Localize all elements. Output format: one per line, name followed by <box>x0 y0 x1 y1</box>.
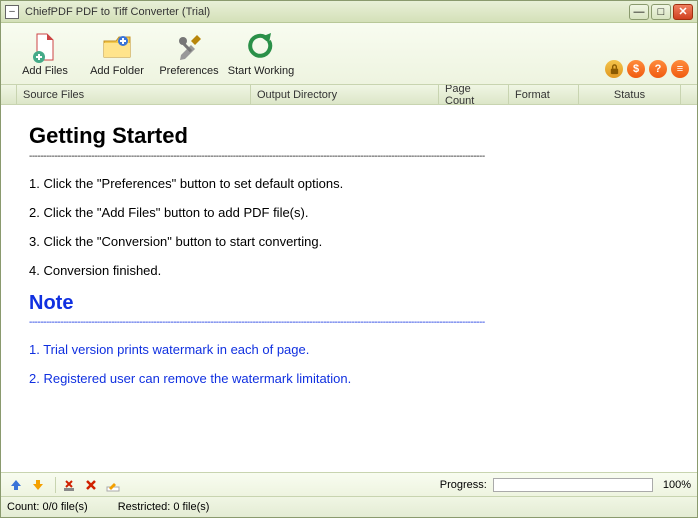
window-title: ChiefPDF PDF to Tiff Converter (Trial) <box>25 6 627 18</box>
start-working-icon <box>245 31 277 63</box>
note-heading: Note <box>29 292 669 315</box>
toolbar: Add Files Add Folder Preferences Start W… <box>1 23 697 85</box>
step-2: 2. Click the "Add Files" button to add P… <box>29 205 669 220</box>
bottom-toolbar: Progress: 100% <box>1 473 697 497</box>
add-files-button[interactable]: Add Files <box>9 26 81 82</box>
content-area: Getting Started ------------------------… <box>1 105 697 473</box>
getting-started-heading: Getting Started <box>29 123 669 149</box>
minimize-button[interactable]: — <box>629 4 649 20</box>
add-folder-button[interactable]: Add Folder <box>81 26 153 82</box>
step-4: 4. Conversion finished. <box>29 263 669 278</box>
app-window: – ChiefPDF PDF to Tiff Converter (Trial)… <box>0 0 698 518</box>
edit-button[interactable] <box>104 476 122 494</box>
separator <box>55 477 56 493</box>
add-files-label: Add Files <box>22 65 68 77</box>
divider-line: ----------------------------------------… <box>29 151 669 162</box>
preferences-icon <box>173 31 205 63</box>
col-source-files[interactable]: Source Files <box>17 85 251 104</box>
system-menu-icon[interactable]: – <box>5 5 19 19</box>
maximize-button[interactable]: □ <box>651 4 671 20</box>
preferences-button[interactable]: Preferences <box>153 26 225 82</box>
col-end <box>681 85 697 104</box>
start-working-label: Start Working <box>228 65 294 77</box>
move-down-button[interactable] <box>29 476 47 494</box>
statusbar: Count: 0/0 file(s) Restricted: 0 file(s) <box>1 497 697 517</box>
toolbar-right-icons: $ ? ≡ <box>605 60 689 78</box>
col-format[interactable]: Format <box>509 85 579 104</box>
note-2: 2. Registered user can remove the waterm… <box>29 371 669 386</box>
preferences-label: Preferences <box>159 65 218 77</box>
lock-icon[interactable] <box>605 60 623 78</box>
about-icon[interactable]: ≡ <box>671 60 689 78</box>
status-restricted: Restricted: 0 file(s) <box>118 501 210 513</box>
clear-button[interactable] <box>82 476 100 494</box>
col-status[interactable]: Status <box>579 85 681 104</box>
progress-bar <box>493 478 653 492</box>
note-1: 1. Trial version prints watermark in eac… <box>29 342 669 357</box>
add-folder-label: Add Folder <box>90 65 144 77</box>
step-3: 3. Click the "Conversion" button to star… <box>29 234 669 249</box>
add-files-icon <box>29 31 61 63</box>
remove-button[interactable] <box>60 476 78 494</box>
titlebar: – ChiefPDF PDF to Tiff Converter (Trial)… <box>1 1 697 23</box>
close-button[interactable]: ✕ <box>673 4 693 20</box>
buy-icon[interactable]: $ <box>627 60 645 78</box>
column-headers: Source Files Output Directory Page Count… <box>1 85 697 105</box>
start-working-button[interactable]: Start Working <box>225 26 297 82</box>
help-icon[interactable]: ? <box>649 60 667 78</box>
col-selector[interactable] <box>1 85 17 104</box>
status-count: Count: 0/0 file(s) <box>7 501 88 513</box>
progress-label: Progress: <box>440 479 487 491</box>
step-1: 1. Click the "Preferences" button to set… <box>29 176 669 191</box>
move-up-button[interactable] <box>7 476 25 494</box>
col-output-directory[interactable]: Output Directory <box>251 85 439 104</box>
progress-percent: 100% <box>663 479 691 491</box>
add-folder-icon <box>101 31 133 63</box>
col-page-count[interactable]: Page Count <box>439 85 509 104</box>
note-divider-line: ----------------------------------------… <box>29 317 669 328</box>
